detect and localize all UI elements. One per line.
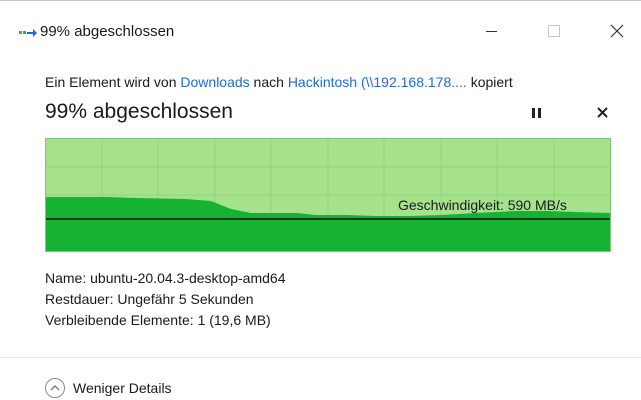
- progress-heading: 99% abgeschlossen: [45, 100, 233, 123]
- copy-description: Ein Element wird von Downloads nach Hack…: [45, 72, 513, 92]
- destination-link[interactable]: Hackintosh (\\192.168.178....: [288, 74, 467, 90]
- cancel-button[interactable]: [591, 101, 613, 123]
- source-link[interactable]: Downloads: [180, 74, 249, 90]
- copy-arrow-icon: [19, 26, 37, 38]
- copy-dialog: 99% abgeschlossen Ein Element wird von D…: [0, 0, 641, 400]
- window-title: 99% abgeschlossen: [40, 23, 175, 40]
- chevron-up-icon: [45, 378, 65, 398]
- pause-icon: [531, 108, 535, 118]
- details-panel: Name: ubuntu-20.04.3-desktop-amd64 Restd…: [45, 268, 285, 331]
- detail-remaining-time: Restdauer: Ungefähr 5 Sekunden: [45, 291, 254, 307]
- minimize-button[interactable]: [468, 14, 514, 48]
- window-top-border: [0, 0, 641, 1]
- close-icon: [610, 24, 624, 38]
- detail-remaining-items: Verbleibende Elemente: 1 (19,6 MB): [45, 312, 271, 328]
- minimize-icon: [485, 30, 497, 32]
- maximize-button[interactable]: [531, 14, 577, 48]
- maximize-icon: [548, 25, 560, 37]
- less-details-label: Weniger Details: [73, 380, 172, 396]
- desc-suffix: kopiert: [466, 74, 513, 90]
- close-icon: [596, 106, 608, 118]
- desc-prefix: Ein Element wird von: [45, 74, 181, 90]
- speed-graph: [45, 138, 611, 252]
- divider: [0, 357, 641, 358]
- close-window-button[interactable]: [594, 14, 640, 48]
- speed-label: Geschwindigkeit: 590 MB/s: [398, 197, 567, 213]
- pause-button[interactable]: [525, 103, 547, 123]
- less-details-toggle[interactable]: Weniger Details: [45, 376, 172, 400]
- detail-name: Name: ubuntu-20.04.3-desktop-amd64: [45, 270, 286, 286]
- desc-middle: nach: [249, 74, 288, 90]
- title-bar[interactable]: 99% abgeschlossen: [0, 8, 641, 52]
